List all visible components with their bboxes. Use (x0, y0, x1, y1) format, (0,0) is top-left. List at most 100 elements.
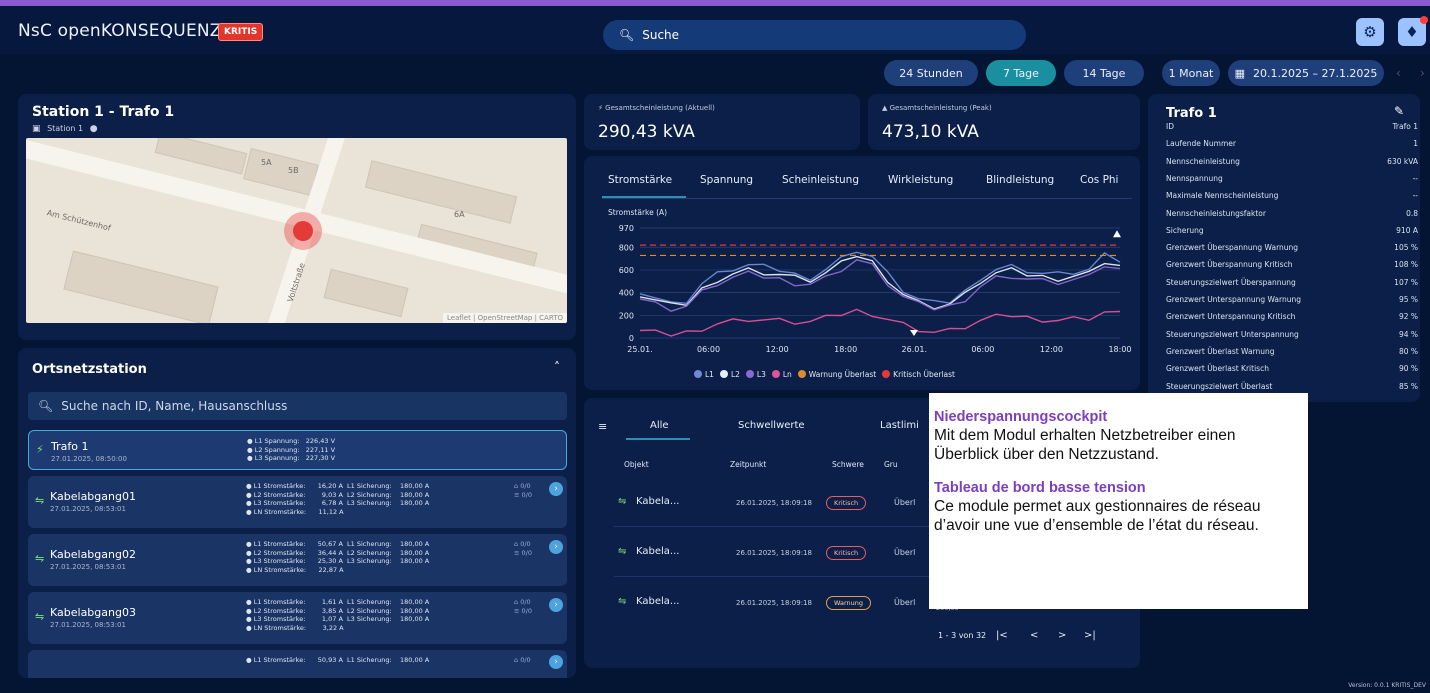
row-group: Überl (894, 598, 916, 607)
range-24h-button[interactable]: 24 Stunden (884, 60, 978, 86)
list-item[interactable]: ● L1 Stromstärke: 50,93 A L1 Sicherung: … (28, 650, 567, 678)
location-pin-icon: ● (89, 124, 98, 134)
x-tick-label: 12:00 (766, 345, 789, 354)
info-key: Nennspannung (1166, 173, 1223, 183)
open-arrow-icon[interactable]: › (549, 655, 563, 669)
legend-item-l2[interactable]: L2 (719, 370, 740, 379)
info-row: ID Trafo 1 (1166, 122, 1418, 131)
info-value: 107 % (1394, 277, 1418, 287)
col-objekt[interactable]: Objekt (624, 460, 649, 469)
station-title: Station 1 - Trafo 1 (32, 104, 175, 120)
range-14d-button[interactable]: 14 Tage (1064, 60, 1144, 86)
info-row: Grenzwert Unterspannung Kritisch 92 % (1166, 312, 1418, 321)
search-icon: 🔍︎ (619, 28, 635, 42)
date-range-text: 20.1.2025 – 27.1.2025 (1252, 66, 1378, 80)
last-page-button[interactable]: >| (1084, 630, 1096, 641)
chart-legend: L1 L2 L3 Ln Warnung Überlast Kritisch Üb… (694, 370, 955, 379)
station-subtitle: Station 1 (47, 124, 84, 133)
peak-icon: ▲ (882, 104, 888, 112)
map-building (364, 160, 518, 224)
kpi-current-value: 290,43 kVA (598, 122, 695, 142)
info-key: Steuerungszielwert Unterspannung (1166, 329, 1299, 339)
info-key: Steuerungszielwert Überspannung (1166, 277, 1296, 287)
ortsnetz-search-placeholder: Suche nach ID, Name, Hausanschluss (61, 399, 288, 413)
station-marker[interactable] (284, 212, 322, 250)
y-tick-label: 400 (619, 289, 634, 298)
tab-schwellwerte[interactable]: Schwellwerte (738, 420, 805, 431)
map-attribution[interactable]: Leaflet | OpenStreetMap | CARTO (442, 313, 567, 323)
prev-range-button[interactable]: ‹ (1396, 66, 1401, 80)
global-search-input[interactable]: 🔍︎ Suche (603, 20, 1026, 50)
col-schwere[interactable]: Schwere (832, 460, 864, 469)
row-time: 26.01.2025, 18:09:18 (736, 599, 812, 607)
legend-item-l3[interactable]: L3 (745, 370, 766, 379)
lightning-icon: ⚡︎ (598, 104, 603, 112)
info-row: Grenzwert Überspannung Kritisch 108 % (1166, 260, 1418, 269)
collapse-chevron-icon[interactable]: ˄ (554, 360, 560, 374)
list-item-time: 27.01.2025, 08:53:01 (50, 563, 126, 571)
notification-dot (1420, 16, 1428, 24)
list-item-time: 27.01.2025, 08:53:01 (50, 505, 126, 513)
info-row: Nennscheinleistungsfaktor 0.8 (1166, 209, 1418, 218)
cable-icon: ⇋ (35, 552, 45, 565)
house-number: 5A (261, 158, 272, 167)
legend-item-ln[interactable]: Ln (771, 370, 792, 379)
chart-card: Stromstärke Spannung Scheinleistung Wirk… (584, 156, 1140, 390)
list-item[interactable]: ⇋ Kabelabgang03 27.01.2025, 08:53:01 ● L… (28, 592, 567, 644)
search-icon: 🔍︎ (38, 399, 54, 413)
legend-item-warnung[interactable]: Warnung Überlast (797, 370, 876, 379)
col-gruppe[interactable]: Gru (884, 460, 898, 469)
x-tick-label: 26.01. (902, 345, 927, 354)
info-value: 910 A (1396, 225, 1418, 235)
list-item[interactable]: ⇋ Kabelabgang01 27.01.2025, 08:53:01 ● L… (28, 476, 567, 528)
list-item-time: 27.01.2025, 08:53:01 (50, 621, 126, 629)
list-item-name: Trafo 1 (51, 440, 89, 453)
description-overlay: Niederspannungscockpit Mit dem Modul erh… (929, 393, 1308, 609)
legend-item-l1[interactable]: L1 (694, 370, 714, 379)
ortsnetz-panel: Ortsnetzstation ˄ 🔍︎ Suche nach ID, Name… (18, 348, 576, 678)
notifications-button[interactable]: ♦ (1398, 16, 1428, 46)
info-row: Maximale Nennscheinleistung -- (1166, 191, 1418, 200)
map-building (63, 250, 219, 323)
info-value: 630 kVA (1387, 156, 1418, 166)
range-7d-button[interactable]: 7 Tage (986, 60, 1056, 86)
info-key: Grenzwert Unterspannung Warnung (1166, 295, 1301, 304)
info-value: 0.8 (1406, 208, 1418, 218)
ortsnetz-search-input[interactable]: 🔍︎ Suche nach ID, Name, Hausanschluss (28, 392, 567, 420)
open-arrow-icon[interactable]: › (549, 482, 563, 496)
y-tick-label: 600 (619, 266, 634, 275)
filter-icon[interactable]: ≡ (598, 420, 607, 433)
trafo-info-title: Trafo 1 (1166, 106, 1217, 121)
col-zeitpunkt[interactable]: Zeitpunkt (730, 460, 766, 469)
x-tick-label: 18:00 (1108, 345, 1131, 354)
settings-button[interactable]: ⚙ (1356, 18, 1384, 46)
next-page-button[interactable]: > (1058, 630, 1066, 641)
info-row: Laufende Nummer 1 (1166, 139, 1418, 148)
list-item-trafo[interactable]: ⚡︎ Trafo 1 27.01.2025, 08:50:00 ● L1 Spa… (28, 430, 567, 470)
range-1m-button[interactable]: 1 Monat (1162, 60, 1220, 86)
date-range-picker[interactable]: ▦ 20.1.2025 – 27.1.2025 (1228, 60, 1384, 86)
tab-lastlimit[interactable]: Lastlimi (880, 420, 919, 431)
map-building (323, 268, 409, 318)
list-item[interactable]: ⇋ Kabelabgang02 27.01.2025, 08:53:01 ● L… (28, 534, 567, 586)
row-group: Überl (894, 548, 916, 557)
tab-alle[interactable]: Alle (650, 420, 669, 431)
open-arrow-icon[interactable]: › (549, 598, 563, 612)
open-arrow-icon[interactable]: › (549, 540, 563, 554)
first-page-button[interactable]: |< (996, 630, 1008, 641)
info-key: Grenzwert Überspannung Kritisch (1166, 260, 1293, 270)
info-key: Maximale Nennscheinleistung (1166, 191, 1279, 201)
station-map[interactable]: Am Schützenhof Voltstraße 5A 5B 6A Leafl… (26, 138, 567, 323)
info-value: 80 % (1398, 346, 1418, 356)
info-value: 105 % (1394, 243, 1418, 253)
list-item-details: ● L1 Stromstärke: 1,61 A L1 Sicherung: 1… (246, 598, 430, 632)
prev-page-button[interactable]: < (1030, 630, 1038, 641)
legend-item-kritisch[interactable]: Kritisch Überlast (882, 370, 955, 379)
row-object: Kabela... (636, 596, 680, 607)
kritis-badge: KRITIS (218, 23, 264, 41)
next-range-button[interactable]: › (1420, 66, 1425, 80)
kpi-current-card: ⚡︎ Gesamtscheinleistung (Aktuell) 290,43… (584, 94, 860, 150)
edit-pencil-icon[interactable]: ✎ (1394, 104, 1404, 118)
list-item-counts: ⌂ 0/0 (514, 656, 531, 664)
info-value: 1 (1413, 139, 1418, 149)
